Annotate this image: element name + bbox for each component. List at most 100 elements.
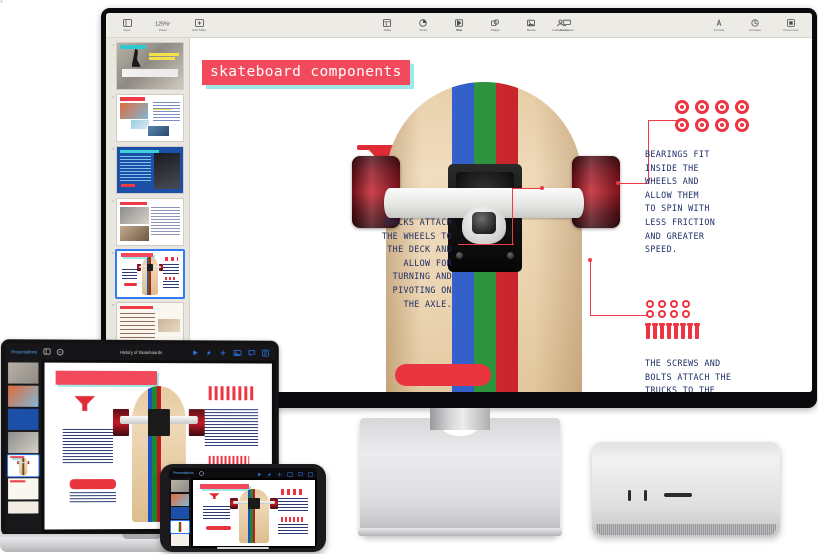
macbook-thumb-5[interactable] bbox=[7, 454, 39, 477]
truck-kingpin-nut bbox=[472, 212, 496, 234]
leader-line-trucks-v bbox=[512, 188, 514, 245]
toolbar-media-button[interactable]: Media bbox=[518, 18, 544, 33]
toolbar-play-button[interactable]: Play bbox=[446, 18, 472, 33]
toolbar-view-label: View bbox=[123, 28, 131, 33]
thumb-banner bbox=[119, 97, 145, 101]
toolbar-format-label: Format bbox=[713, 28, 725, 33]
bolt-icon bbox=[666, 323, 672, 339]
macbook-thumb-2[interactable] bbox=[8, 385, 39, 407]
iphone-thumb-4[interactable] bbox=[170, 519, 190, 534]
thumb-photo bbox=[8, 431, 39, 454]
play-icon[interactable] bbox=[192, 349, 199, 356]
table-icon bbox=[383, 18, 392, 28]
toolbar-zoom-button[interactable]: 125% Zoom bbox=[150, 18, 176, 33]
macbook-thumb-6[interactable] bbox=[8, 478, 39, 500]
comment-icon[interactable] bbox=[248, 349, 255, 356]
slide-canvas[interactable]: skateboard components TRUCKS ATTACH THE … bbox=[190, 38, 812, 392]
usb-c-port-icon bbox=[644, 490, 647, 501]
iphone-slide-navigator[interactable] bbox=[169, 478, 191, 548]
toolbar-chart-button[interactable]: Chart bbox=[410, 18, 436, 33]
nut-icon bbox=[658, 300, 666, 308]
iphone-keynote-toolbar: Presentations bbox=[169, 468, 317, 478]
zoom-icon[interactable] bbox=[56, 348, 63, 355]
sidebar-icon[interactable] bbox=[43, 348, 50, 354]
toolbar-collaborate-button[interactable]: Collaborate bbox=[544, 18, 578, 33]
sidebar-item-blue-stats[interactable] bbox=[116, 146, 184, 194]
macbook-thumb-3[interactable] bbox=[8, 408, 39, 430]
thumb-bearings-icon bbox=[164, 257, 178, 262]
preview-deck bbox=[239, 489, 269, 544]
current-slide[interactable]: skateboard components TRUCKS ATTACH THE … bbox=[190, 38, 812, 392]
animate-icon[interactable] bbox=[206, 349, 213, 356]
zoom-icon[interactable] bbox=[198, 470, 204, 476]
skateboard-image[interactable] bbox=[340, 38, 630, 392]
iphone-current-slide[interactable] bbox=[193, 480, 315, 546]
thumb-slide-preview bbox=[117, 251, 183, 297]
home-indicator bbox=[217, 547, 269, 549]
media-icon[interactable] bbox=[233, 349, 241, 356]
toolbar-document-button[interactable]: Document bbox=[778, 18, 804, 33]
add-icon[interactable] bbox=[220, 349, 227, 356]
callout-text-trucks[interactable]: TRUCKS ATTACH THE WHEELS TO THE DECK AND… bbox=[320, 216, 452, 311]
toolbar-play-label: Play bbox=[455, 28, 463, 33]
thumb-text-block bbox=[120, 313, 155, 343]
baseplate-screw bbox=[456, 252, 463, 259]
macbook-slide-navigator[interactable] bbox=[5, 359, 42, 533]
format-icon[interactable] bbox=[262, 349, 269, 356]
slide-number: 2 bbox=[112, 95, 114, 99]
thumb-photo bbox=[8, 408, 39, 430]
iphone-thumb-3[interactable] bbox=[171, 507, 189, 519]
toolbar-table-button[interactable]: Table bbox=[374, 18, 400, 33]
callout-text-screws[interactable]: THE SCREWS AND BOLTS ATTACH THE TRUCKS T… bbox=[645, 357, 805, 392]
toolbar-format-button[interactable]: Format bbox=[706, 18, 732, 33]
macbook-back-link[interactable]: Presentations bbox=[11, 349, 37, 354]
thumb-bg bbox=[171, 534, 189, 546]
preview-text-bearings bbox=[204, 409, 259, 446]
preview-title-band bbox=[56, 370, 157, 385]
preview-baseplate bbox=[147, 409, 171, 437]
macbook-thumb-7[interactable] bbox=[8, 501, 39, 514]
iphone-thumb-5[interactable] bbox=[171, 534, 189, 546]
usb-c-port-icon bbox=[628, 490, 631, 501]
toolbar-animate-button[interactable]: Animate bbox=[742, 18, 768, 33]
thumb-slide-preview bbox=[8, 455, 39, 477]
macbook-thumb-4[interactable] bbox=[8, 431, 39, 454]
toolbar-shape-button[interactable]: Shape bbox=[482, 18, 508, 33]
callout-dot-bearings bbox=[616, 181, 620, 185]
toolbar-add-slide-button[interactable]: Add Slide bbox=[186, 18, 212, 33]
sidebar-item-skate-parks[interactable] bbox=[116, 42, 184, 90]
macbook-thumb-1[interactable] bbox=[8, 362, 39, 384]
thumb-text-block bbox=[163, 263, 180, 274]
svg-text:125%: 125% bbox=[155, 21, 169, 27]
sidebar-item-skateboard-components[interactable] bbox=[115, 249, 185, 299]
nut-icon bbox=[670, 300, 678, 308]
toolbar-zoom-label: Zoom bbox=[158, 28, 168, 33]
toolbar-shape-label: Shape bbox=[490, 28, 500, 33]
macbook-document-title: History of Skateboards bbox=[119, 349, 163, 355]
chart-icon bbox=[419, 18, 427, 28]
macbook-toolbar-left: Presentations bbox=[11, 348, 63, 355]
thumb-bg bbox=[8, 501, 39, 514]
mac-studio-vents bbox=[596, 524, 776, 535]
keynote-main-area: 1 2 3 4 5 6 skateboard components TRUCKS… bbox=[106, 38, 812, 392]
sidebar-item-images-text[interactable] bbox=[116, 198, 184, 246]
view-icon bbox=[122, 18, 132, 28]
iphone-thumb-2[interactable] bbox=[171, 493, 189, 506]
callout-text-bearings[interactable]: BEARINGS FIT INSIDE THE WHEELS AND ALLOW… bbox=[645, 148, 795, 257]
iphone-back-link[interactable]: Presentations bbox=[173, 471, 194, 475]
navigator-row-4: 4 bbox=[111, 198, 184, 246]
format-icon bbox=[715, 18, 723, 28]
toolbar-view-button[interactable]: View bbox=[114, 18, 140, 33]
navigator-row-2: 2 bbox=[111, 94, 184, 142]
bearing-icon bbox=[715, 100, 729, 114]
bolt-icon bbox=[652, 323, 658, 339]
thumb-photo bbox=[120, 103, 149, 119]
toolbar-table-label: Table bbox=[383, 28, 392, 33]
iphone-thumb-1[interactable] bbox=[171, 480, 189, 492]
sidebar-item-photo-collage[interactable] bbox=[116, 94, 184, 142]
bearing-icon bbox=[715, 118, 729, 132]
leader-line-bearings-h bbox=[648, 120, 678, 122]
iphone-main-area bbox=[169, 478, 317, 548]
bolts-icon-group bbox=[645, 323, 700, 339]
iphone-slide-canvas[interactable] bbox=[191, 478, 317, 548]
